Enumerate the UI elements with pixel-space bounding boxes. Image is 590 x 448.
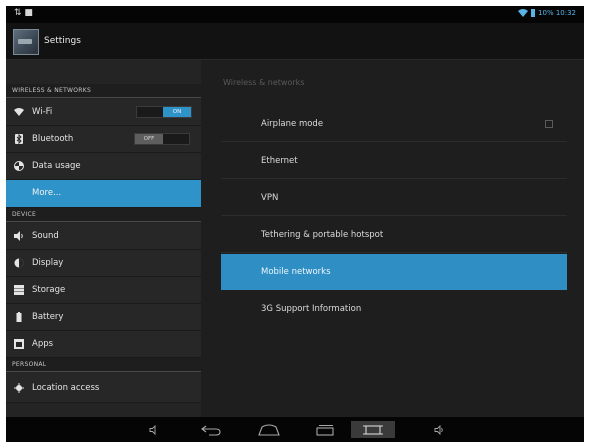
sidebar-item-label: Storage [32, 285, 66, 295]
sidebar-item-label: Data usage [32, 161, 81, 171]
recent-apps-icon [316, 424, 334, 436]
recent-apps-button[interactable] [312, 421, 338, 438]
list-item-3g-support[interactable]: 3G Support Information [221, 291, 567, 327]
sidebar-item-display[interactable]: Display [6, 250, 201, 277]
battery-icon [16, 312, 22, 322]
list-item-label: Tethering & portable hotspot [261, 230, 384, 240]
sidebar-item-bluetooth[interactable]: Bluetooth OFF [6, 126, 201, 153]
wifi-signal-icon [518, 9, 529, 17]
section-header-wireless: WIRELESS & NETWORKS [6, 84, 201, 98]
toggle-state: OFF [135, 134, 163, 144]
list-item-airplane-mode[interactable]: Airplane mode [221, 106, 567, 142]
sidebar-item-label: Display [32, 258, 64, 268]
home-button[interactable] [256, 421, 282, 438]
notification-icons: ⇅ ■ [14, 8, 33, 18]
sidebar-item-label: More... [32, 188, 62, 198]
airplane-mode-checkbox[interactable] [545, 120, 553, 128]
list-item-vpn[interactable]: VPN [221, 180, 567, 216]
navigation-bar [6, 417, 584, 442]
list-item-label: 3G Support Information [261, 304, 362, 314]
sidebar-item-label: Battery [32, 312, 64, 322]
status-indicators: 10% 10:32 [518, 9, 576, 17]
list-item-label: Mobile networks [261, 267, 331, 277]
bluetooth-toggle[interactable]: OFF [134, 133, 190, 145]
tablet-screen: ⇅ ■ 10% 10:32 Settings WIRELESS & NETWOR… [6, 6, 584, 442]
volume-up-button[interactable] [429, 421, 449, 438]
settings-sidebar: WIRELESS & NETWORKS Wi-Fi ON Bluetooth O… [6, 60, 201, 417]
screenshot-button[interactable] [351, 421, 395, 438]
volume-up-icon [434, 424, 443, 435]
sound-icon [14, 231, 23, 241]
sidebar-item-location-access[interactable]: Location access [6, 373, 201, 403]
app-title: Settings [44, 36, 81, 46]
detail-header: Wireless & networks [223, 78, 305, 87]
detail-pane: Wireless & networks Airplane mode Ethern… [201, 60, 584, 417]
location-icon [14, 383, 24, 393]
sidebar-item-storage[interactable]: Storage [6, 277, 201, 304]
settings-app-icon[interactable] [13, 29, 39, 55]
section-header-device: DEVICE [6, 208, 201, 222]
sidebar-item-wifi[interactable]: Wi-Fi ON [6, 99, 201, 126]
sidebar-item-data-usage[interactable]: Data usage [6, 153, 201, 180]
sidebar-item-apps[interactable]: Apps [6, 331, 201, 358]
back-button[interactable] [198, 421, 224, 438]
wifi-icon [14, 108, 24, 116]
storage-icon [14, 285, 24, 295]
sidebar-item-label: Wi-Fi [32, 107, 53, 117]
sidebar-item-label: Bluetooth [32, 134, 74, 144]
apps-icon [14, 339, 24, 349]
action-bar: Settings [6, 23, 584, 60]
list-item-label: Airplane mode [261, 119, 324, 129]
toggle-state: ON [163, 107, 191, 117]
back-icon [201, 425, 221, 436]
sidebar-item-battery[interactable]: Battery [6, 304, 201, 331]
wifi-toggle[interactable]: ON [136, 106, 192, 118]
list-item-ethernet[interactable]: Ethernet [221, 143, 567, 179]
data-usage-icon [14, 161, 24, 171]
sidebar-item-more[interactable]: More... [6, 180, 201, 208]
status-bar: ⇅ ■ 10% 10:32 [6, 6, 584, 23]
list-item-label: Ethernet [261, 156, 298, 166]
sidebar-item-label: Location access [32, 383, 100, 393]
sidebar-item-sound[interactable]: Sound [6, 223, 201, 250]
list-item-label: VPN [261, 193, 279, 203]
battery-level-icon [531, 9, 536, 17]
display-icon [14, 258, 24, 268]
bluetooth-icon [15, 134, 23, 144]
list-item-tethering[interactable]: Tethering & portable hotspot [221, 217, 567, 253]
volume-down-button[interactable] [144, 421, 164, 438]
screenshot-icon [363, 424, 383, 435]
list-item-mobile-networks[interactable]: Mobile networks [221, 254, 567, 290]
sidebar-item-label: Sound [32, 231, 59, 241]
battery-time-text: 10% 10:32 [538, 9, 576, 17]
volume-down-icon [149, 424, 156, 435]
section-header-personal: PERSONAL [6, 358, 201, 372]
home-icon [258, 423, 280, 436]
sidebar-item-label: Apps [32, 339, 54, 349]
